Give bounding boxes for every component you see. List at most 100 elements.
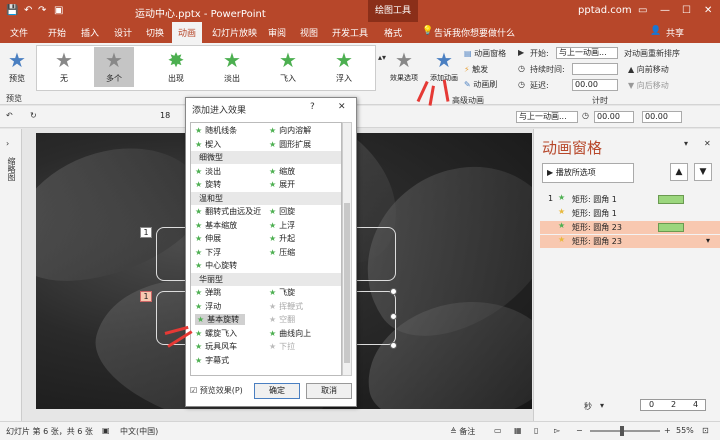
effect-item[interactable]: ★ 淡出	[195, 166, 221, 177]
timing-bar[interactable]	[658, 195, 684, 204]
item-dropdown-icon[interactable]: ▾	[706, 236, 710, 245]
effect-item[interactable]: ★ 圆形扩展	[269, 139, 311, 150]
effect-item[interactable]: ★ 上浮	[269, 220, 295, 231]
effect-item[interactable]: ★ 楔入	[195, 139, 221, 150]
spellcheck-icon[interactable]: ▣	[102, 426, 110, 435]
play-selected-button[interactable]: ▶ 播放所选项	[542, 163, 634, 183]
reading-view-icon[interactable]: ▯	[534, 426, 538, 435]
move-up-button[interactable]: ▲	[670, 163, 688, 181]
gallery-item-fly-in[interactable]: ★ 飞入	[268, 47, 308, 87]
slideshow-icon[interactable]: ▻	[554, 426, 560, 435]
redo-icon[interactable]: ↻	[30, 111, 37, 120]
timing-bar[interactable]	[658, 223, 684, 232]
share-button[interactable]: 共享	[666, 26, 684, 39]
scrollbar-thumb[interactable]	[344, 203, 350, 363]
tab-developer[interactable]: 开发工具	[332, 26, 368, 39]
effect-item[interactable]: ★ 随机线条	[195, 125, 237, 136]
gallery-scroll-icon[interactable]: ▴▾	[378, 53, 386, 62]
duration-mini-input[interactable]: 00.00	[594, 111, 634, 123]
animation-painter-button[interactable]: ✎ 动画刷	[464, 79, 497, 90]
redo-icon[interactable]: ↷	[38, 5, 46, 16]
tab-insert[interactable]: 插入	[81, 26, 99, 39]
tab-transitions[interactable]: 切换	[146, 26, 164, 39]
effect-options-button[interactable]: ★ 效果选项	[386, 47, 422, 87]
animation-list-item[interactable]: ★ 矩形: 圆角 23 ▾	[540, 235, 720, 248]
minimize-button[interactable]: —	[660, 5, 670, 16]
cancel-button[interactable]: 取消	[306, 383, 352, 399]
gallery-item-multiple[interactable]: ★ 多个	[94, 47, 134, 87]
preview-button[interactable]: ★ 预览	[2, 47, 32, 87]
slide-sorter-icon[interactable]: ▦	[514, 426, 522, 435]
scrollbar[interactable]	[342, 122, 352, 376]
tab-file[interactable]: 文件	[10, 26, 28, 39]
effect-item[interactable]: ★ 翻转式由远及近	[195, 206, 261, 217]
animation-pane-button[interactable]: ▤ 动画窗格	[464, 48, 506, 59]
effect-item[interactable]: ★ 字幕式	[195, 355, 229, 366]
help-button[interactable]: ?	[310, 102, 315, 112]
move-down-button[interactable]: ▼	[694, 163, 712, 181]
effect-item[interactable]: ★ 飞旋	[269, 287, 295, 298]
delay-mini-input[interactable]: 00.00	[642, 111, 682, 123]
effect-item[interactable]: ★ 旋转	[195, 179, 221, 190]
gallery-item-none[interactable]: ★ 无	[44, 47, 84, 87]
effect-item[interactable]: ★ 浮动	[195, 301, 221, 312]
zoom-level[interactable]: 55%	[676, 426, 694, 435]
effect-item[interactable]: ★ 伸展	[195, 233, 221, 244]
checkbox-icon[interactable]: ☑	[190, 386, 197, 395]
start-dropdown[interactable]: 与上一动画...	[556, 47, 618, 59]
tab-animations[interactable]: 动画	[172, 22, 203, 43]
tell-me-box[interactable]: 告诉我你想要做什么	[434, 26, 515, 39]
undo-icon[interactable]: ↶	[24, 5, 32, 16]
timeline-scale[interactable]: 0 2 4	[640, 399, 706, 411]
duration-input[interactable]	[572, 63, 618, 75]
move-later-button[interactable]: ▼ 向后移动	[628, 80, 669, 91]
expand-icon[interactable]: ›	[6, 139, 9, 148]
effect-item[interactable]: ★ 压缩	[269, 247, 295, 258]
timeline-dropdown[interactable]: ▾	[600, 401, 604, 410]
resize-handle[interactable]	[390, 342, 397, 349]
tab-review[interactable]: 审阅	[268, 26, 286, 39]
effect-item[interactable]: ★ 螺旋飞入	[195, 328, 237, 339]
fit-to-window-icon[interactable]: ⊡	[702, 426, 709, 435]
effect-item[interactable]: ★ 展开	[269, 179, 295, 190]
zoom-slider-thumb[interactable]	[620, 426, 624, 436]
effect-item[interactable]: ★ 基本旋转	[195, 314, 246, 325]
tab-view[interactable]: 视图	[300, 26, 318, 39]
normal-view-icon[interactable]: ▭	[494, 426, 502, 435]
animation-list-item[interactable]: ★ 矩形: 圆角 1	[540, 207, 720, 220]
effect-item[interactable]: ★ 向内溶解	[269, 125, 311, 136]
maximize-button[interactable]: ☐	[682, 5, 691, 16]
trigger-button[interactable]: ⚡ 触发	[464, 64, 488, 75]
effect-item[interactable]: ★ 弹跳	[195, 287, 221, 298]
effect-item[interactable]: ★ 缩放	[269, 166, 295, 177]
effect-item[interactable]: ★ 曲线向上	[269, 328, 311, 339]
effect-item[interactable]: ★ 中心旋转	[195, 260, 237, 271]
start-dropdown-mini[interactable]: 与上一动画...	[516, 111, 578, 123]
resize-handle[interactable]	[390, 313, 397, 320]
zoom-in-button[interactable]: +	[664, 426, 671, 435]
ribbon-display-icon[interactable]: ▭	[638, 5, 647, 16]
animation-tag-2[interactable]: 1	[140, 291, 152, 302]
tab-home[interactable]: 开始	[48, 26, 66, 39]
gallery-item-float-in[interactable]: ★ 浮入	[324, 47, 364, 87]
notes-button[interactable]: ≜ 备注	[450, 426, 475, 437]
effect-item[interactable]: ★ 回旋	[269, 206, 295, 217]
delay-input[interactable]: 00.00	[572, 79, 618, 91]
start-show-icon[interactable]: ▣	[54, 5, 63, 16]
thumbnail-strip[interactable]: › 缩略图	[0, 129, 22, 421]
effect-item[interactable]: ★ 基本缩放	[195, 220, 237, 231]
effect-item[interactable]: ★ 玩具风车	[195, 341, 237, 352]
gallery-item-fade[interactable]: ★ 淡出	[212, 47, 252, 87]
tab-slideshow[interactable]: 幻灯片放映	[212, 26, 257, 39]
save-icon[interactable]: 💾	[6, 5, 18, 16]
effect-item[interactable]: ★ 升起	[269, 233, 295, 244]
gallery-item-appear[interactable]: ✸ 出现	[156, 47, 196, 87]
font-size-box[interactable]: 18	[158, 111, 184, 123]
ok-button[interactable]: 确定	[254, 383, 300, 399]
preview-checkbox[interactable]: ☑ 预览效果(P)	[190, 385, 243, 396]
dialog-close-button[interactable]: ✕	[338, 102, 346, 112]
effect-item[interactable]: ★ 下浮	[195, 247, 221, 258]
pane-close-button[interactable]: ✕	[704, 139, 711, 148]
language-indicator[interactable]: 中文(中国)	[120, 426, 158, 437]
animation-list-item[interactable]: ★ 矩形: 圆角 23	[540, 221, 720, 234]
